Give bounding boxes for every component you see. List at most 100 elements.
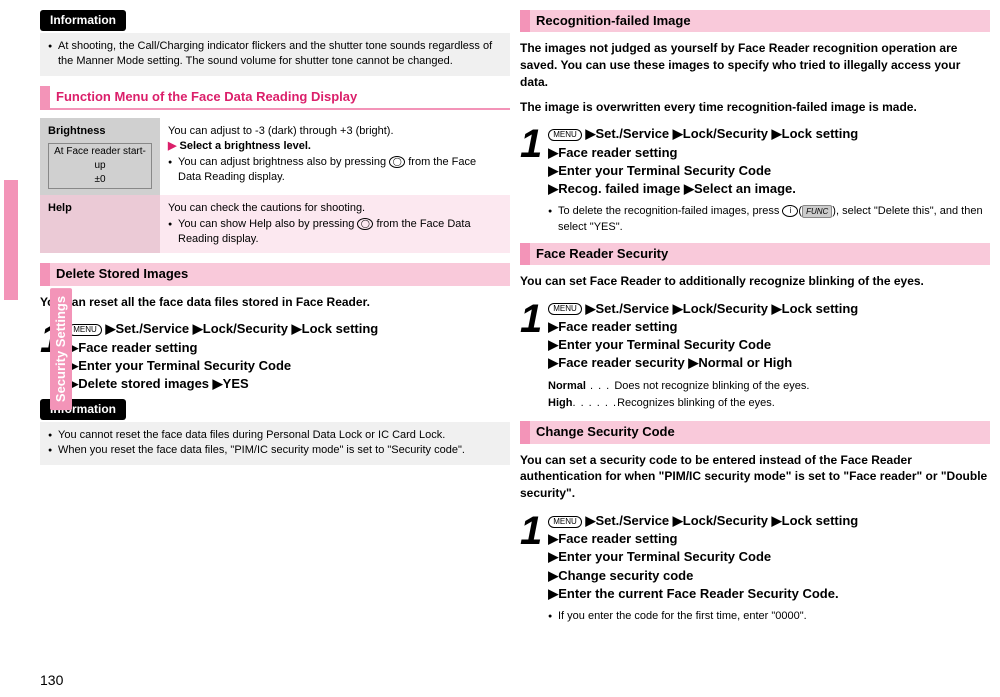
triangle-icon: ▶ <box>548 145 558 160</box>
path-face-reader-setting: Face reader setting <box>78 340 197 355</box>
information-box-2: You cannot reset the face data files dur… <box>40 422 510 465</box>
step-body: MENU ▶Set./Service ▶Lock/Security ▶Lock … <box>548 510 990 603</box>
triangle-icon: ▶ <box>213 376 223 391</box>
step-body: MENU ▶Set./Service ▶Lock/Security ▶Lock … <box>548 123 990 198</box>
info2-line2: When you reset the face data files, "PIM… <box>48 443 502 458</box>
path-enter-code: Enter your Terminal Security Code <box>78 358 291 373</box>
path-lock-security: Lock/Security <box>683 126 768 141</box>
def-high: High. . . . . .Recognizes blinking of th… <box>548 396 990 411</box>
menu-icon: MENU <box>548 303 582 315</box>
triangle-icon: ▶ <box>548 568 558 583</box>
triangle-icon: ▶ <box>688 355 698 370</box>
path-enter-code: Enter your Terminal Security Code <box>558 337 771 352</box>
triangle-icon: ▶ <box>772 126 782 141</box>
triangle-icon: ▶ <box>548 337 558 352</box>
page-number: 130 <box>40 671 63 691</box>
dots: . . . . . . <box>572 397 617 409</box>
table-row: Help You can check the cautions for shoo… <box>40 195 510 253</box>
info1-text: At shooting, the Call/Charging indicator… <box>48 39 502 70</box>
recog-note: To delete the recognition-failed images,… <box>548 204 990 235</box>
menu-icon: MENU <box>548 516 582 528</box>
information-header: Information <box>40 10 126 31</box>
step-1-recog: 1 MENU ▶Set./Service ▶Lock/Security ▶Loc… <box>520 123 990 198</box>
triangle-icon: ▶ <box>548 549 558 564</box>
step-body: MENU ▶Set./Service ▶Lock/Security ▶Lock … <box>68 318 510 393</box>
right-column: Recognition-failed Image The images not … <box>520 10 990 632</box>
key-icon: ◯ <box>357 218 373 230</box>
path-face-reader-setting: Face reader setting <box>558 145 677 160</box>
path-lock-security: Lock/Security <box>203 321 288 336</box>
def-high-label: High <box>548 397 572 409</box>
info2-line1: You cannot reset the face data files dur… <box>48 428 502 443</box>
triangle-icon: ▶ <box>548 319 558 334</box>
triangle-icon: ▶ <box>548 181 558 196</box>
step-number-1: 1 <box>520 510 542 603</box>
path-enter-current-code: Enter the current Face Reader Security C… <box>558 586 838 601</box>
dots: . . . <box>586 380 614 392</box>
brightness-desc1: You can adjust to -3 (dark) through +3 (… <box>168 124 502 139</box>
triangle-icon: ▶ <box>585 513 595 528</box>
step-body: MENU ▶Set./Service ▶Lock/Security ▶Lock … <box>548 298 990 373</box>
path-set-service: Set./Service <box>115 321 189 336</box>
triangle-icon: ▶ <box>548 531 558 546</box>
path-delete-stored: Delete stored images <box>78 376 209 391</box>
step-1-change: 1 MENU ▶Set./Service ▶Lock/Security ▶Loc… <box>520 510 990 603</box>
key-icon: ◯ <box>389 156 405 168</box>
triangle-icon: ▶ <box>193 321 203 336</box>
path-change-security-code: Change security code <box>558 568 693 583</box>
brightness-desc2: You can adjust brightness also by pressi… <box>168 155 502 186</box>
path-set-service: Set./Service <box>595 301 669 316</box>
path-lock-setting: Lock setting <box>302 321 379 336</box>
def-normal: Normal . . . Does not recognize blinking… <box>548 379 990 394</box>
triangle-icon: ▶ <box>772 513 782 528</box>
path-normal-high: Normal or High <box>698 355 792 370</box>
function-table: Brightness At Face reader start-up ±0 Yo… <box>40 118 510 254</box>
left-column: Information At shooting, the Call/Chargi… <box>40 10 510 632</box>
brightness-sub-box: At Face reader start-up ±0 <box>48 143 152 189</box>
menu-icon: MENU <box>548 129 582 141</box>
side-color-tab <box>4 180 18 300</box>
recog-intro2: The image is overwritten every time reco… <box>520 99 990 116</box>
path-face-reader-setting: Face reader setting <box>558 319 677 334</box>
brightness-sub2: ±0 <box>53 173 147 187</box>
path-enter-code: Enter your Terminal Security Code <box>558 549 771 564</box>
path-select-image: Select an image. <box>694 181 796 196</box>
face-sec-intro: You can set Face Reader to additionally … <box>520 273 990 290</box>
information-box-1: At shooting, the Call/Charging indicator… <box>40 33 510 76</box>
recog-intro1: The images not judged as yourself by Fac… <box>520 40 990 90</box>
triangle-icon: ▶ <box>548 163 558 178</box>
step-number-1: 1 <box>520 123 542 198</box>
path-recog-failed: Recog. failed image <box>558 181 680 196</box>
triangle-icon: ▶ <box>673 513 683 528</box>
triangle-icon: ▶ <box>772 301 782 316</box>
path-lock-setting: Lock setting <box>782 126 859 141</box>
brightness-sub1: At Face reader start-up <box>53 145 147 173</box>
delete-intro: You can reset all the face data files st… <box>40 294 510 311</box>
section-face-reader-security: Face Reader Security <box>520 243 990 265</box>
triangle-icon: ▶ <box>585 301 595 316</box>
path-lock-setting: Lock setting <box>782 513 859 528</box>
brightness-desc2a: You can adjust brightness also by pressi… <box>178 156 389 168</box>
path-enter-code: Enter your Terminal Security Code <box>558 163 771 178</box>
step-number-1: 1 <box>520 298 542 373</box>
def-normal-text: Does not recognize blinking of the eyes. <box>614 380 809 392</box>
i-key-icon: i <box>782 205 798 217</box>
help-title: Help <box>40 195 160 253</box>
def-high-text: Recognizes blinking of the eyes. <box>617 397 775 409</box>
def-normal-label: Normal <box>548 380 586 392</box>
path-lock-setting: Lock setting <box>782 301 859 316</box>
section-function-menu: Function Menu of the Face Data Reading D… <box>40 86 510 110</box>
help-desc2a: You can show Help also by pressing <box>178 218 357 230</box>
recog-note-a: To delete the recognition-failed images,… <box>558 205 782 217</box>
path-lock-security: Lock/Security <box>683 513 768 528</box>
step-1-delete: 1 MENU ▶Set./Service ▶Lock/Security ▶Loc… <box>40 318 510 393</box>
triangle-icon: ▶ <box>168 140 176 152</box>
triangle-icon: ▶ <box>105 321 115 336</box>
change-intro: You can set a security code to be entere… <box>520 452 990 502</box>
func-icon: FUNC <box>802 205 832 218</box>
brightness-title: Brightness <box>48 124 152 139</box>
path-face-reader-security: Face reader security <box>558 355 684 370</box>
triangle-icon: ▶ <box>292 321 302 336</box>
path-set-service: Set./Service <box>595 513 669 528</box>
change-note: If you enter the code for the first time… <box>548 609 990 624</box>
